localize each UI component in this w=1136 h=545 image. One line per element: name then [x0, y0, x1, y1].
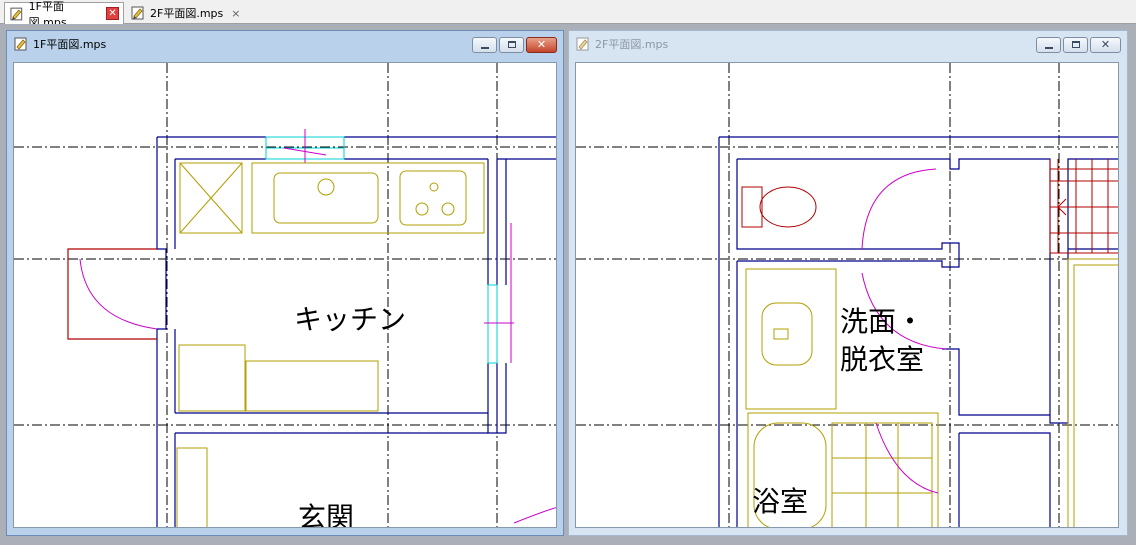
close-icon: ✕ — [536, 38, 547, 51]
toilet — [741, 186, 817, 228]
entrance-porch — [67, 248, 157, 340]
room-label-entrance: 玄関 — [298, 501, 354, 528]
floor-plan-1f: キッチン 玄関 — [14, 63, 556, 528]
drawing-file-icon — [131, 6, 144, 20]
grid-lines — [14, 63, 556, 527]
room-label-washroom-line1: 洗面・ — [840, 305, 924, 338]
window-title: 2F平面図.mps — [595, 38, 669, 51]
window-controls: ✕ — [1036, 37, 1121, 53]
minimize-button[interactable] — [1036, 37, 1061, 53]
maximize-button[interactable] — [499, 37, 524, 53]
drawing-file-icon — [576, 37, 589, 51]
drawing-window-2f[interactable]: 2F平面図.mps ✕ 洗面・ 脱衣室 浴室 — [568, 30, 1128, 536]
maximize-icon — [508, 41, 516, 48]
minimize-icon — [481, 47, 489, 49]
drawing-canvas-2f[interactable]: 洗面・ 脱衣室 浴室 — [575, 62, 1119, 528]
window-title: 1F平面図.mps — [33, 38, 107, 51]
room-label-bathroom: 浴室 — [752, 485, 808, 518]
drawing-canvas-1f[interactable]: キッチン 玄関 — [13, 62, 557, 528]
room-label-washroom-line2: 脱衣室 — [840, 343, 924, 376]
close-icon[interactable]: × — [231, 7, 240, 20]
tab-2f-plan[interactable]: 2F平面図.mps × — [126, 2, 246, 24]
close-button[interactable]: ✕ — [526, 37, 557, 53]
minimize-icon — [1045, 47, 1053, 49]
drawing-file-icon — [10, 7, 23, 20]
tab-1f-plan[interactable]: 1F平面図.mps ✕ — [4, 0, 124, 29]
drawing-window-1f[interactable]: 1F平面図.mps ✕ キッチン 玄関 — [6, 30, 564, 536]
document-tab-bar: 1F平面図.mps ✕ 2F平面図.mps × — [0, 0, 1136, 29]
maximize-button[interactable] — [1063, 37, 1088, 53]
room-label-kitchen: キッチン — [294, 303, 406, 336]
floor-plan-2f: 洗面・ 脱衣室 浴室 — [576, 63, 1118, 527]
close-button[interactable]: ✕ — [1090, 37, 1121, 53]
staircase — [1049, 159, 1118, 254]
window-controls: ✕ — [472, 37, 557, 53]
kitchen-fixtures — [176, 162, 485, 527]
tab-label: 2F平面図.mps — [150, 7, 224, 20]
minimize-button[interactable] — [472, 37, 497, 53]
close-icon: ✕ — [1100, 38, 1111, 51]
drawing-file-icon — [14, 37, 27, 51]
mdi-workspace: 1F平面図.mps ✕ キッチン 玄関 2F平面図.mps ✕ 洗面・ 脱衣室 … — [0, 24, 1136, 545]
maximize-icon — [1072, 41, 1080, 48]
close-icon[interactable]: ✕ — [106, 7, 119, 20]
